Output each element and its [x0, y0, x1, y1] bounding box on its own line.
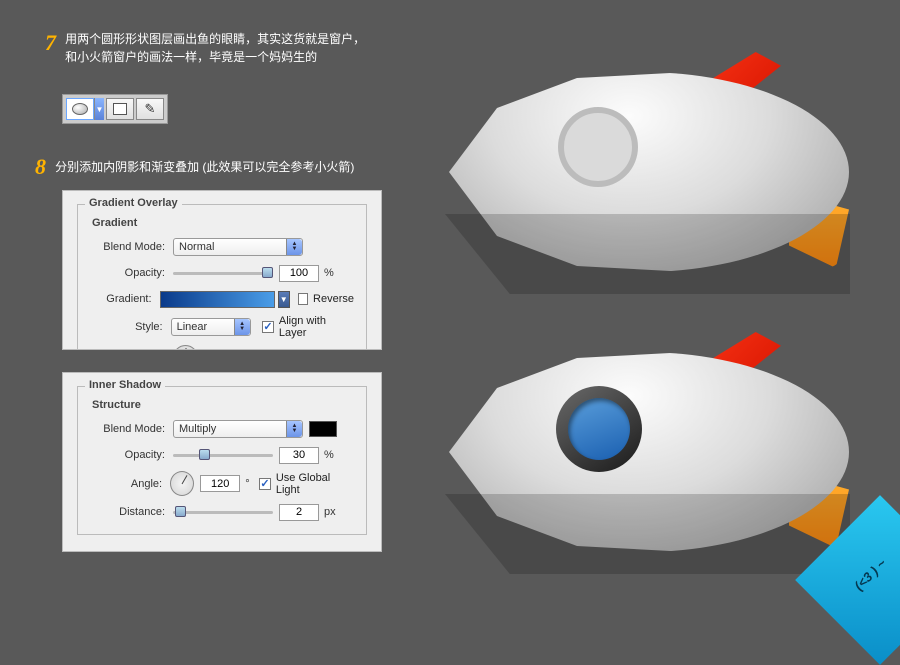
step8-number: 8 [35, 154, 46, 180]
opacity-label: Opacity: [90, 267, 165, 279]
is-angle-input[interactable] [200, 475, 240, 492]
fish-step7 [443, 32, 863, 272]
opacity-unit: % [324, 267, 334, 279]
distance-input[interactable] [279, 504, 319, 521]
step-8: 8 分别添加内阴影和渐变叠加 (此效果可以完全参考小火箭) [35, 154, 354, 180]
gradient-overlay-panel: Gradient Overlay Gradient Blend Mode: No… [62, 190, 382, 350]
fish-shadow [445, 214, 850, 294]
gradient-label: Gradient: [90, 293, 152, 305]
use-global-light-checkbox[interactable] [259, 478, 271, 490]
step-7: 7 用两个圆形形状图层画出鱼的眼睛，其实这货就是窗户，和小火箭窗户的画法一样，毕… [45, 30, 365, 66]
opacity-input[interactable] [279, 265, 319, 282]
step8-text: 分别添加内阴影和渐变叠加 (此效果可以完全参考小火箭) [55, 158, 354, 176]
reverse-checkbox[interactable] [298, 293, 308, 305]
step7-text: 用两个圆形形状图层画出鱼的眼睛，其实这货就是窗户，和小火箭窗户的画法一样，毕竟是… [65, 30, 365, 66]
is-blend-mode-select[interactable]: Multiply ▲▼ [173, 420, 303, 438]
is-opacity-unit: % [324, 449, 334, 461]
fish-eye-outline [558, 107, 638, 187]
gradient-section-label: Gradient [92, 217, 354, 229]
illustration-area [443, 22, 878, 582]
pen-icon: ✎ [145, 101, 156, 117]
is-opacity-label: Opacity: [90, 449, 165, 461]
pen-tool-button[interactable]: ✎ [136, 98, 164, 120]
distance-slider[interactable] [173, 505, 273, 519]
shape-toolbar: ▼ ✎ [62, 94, 168, 124]
blend-mode-select[interactable]: Normal ▲▼ [173, 238, 303, 256]
fish-eye-glass [568, 398, 630, 460]
is-opacity-input[interactable] [279, 447, 319, 464]
distance-label: Distance: [90, 506, 165, 518]
style-select[interactable]: Linear ▲▼ [171, 318, 251, 336]
gradient-overlay-title: Gradient Overlay [85, 197, 182, 209]
style-label: Style: [90, 321, 163, 333]
gradient-dropdown[interactable]: ▼ [278, 291, 290, 308]
ellipse-tool-dropdown[interactable]: ▼ [94, 98, 104, 120]
inner-shadow-panel: Inner Shadow Structure Blend Mode: Multi… [62, 372, 382, 552]
chevron-updown-icon: ▲▼ [286, 239, 302, 255]
blend-mode-label: Blend Mode: [90, 241, 165, 253]
shadow-color-swatch[interactable] [309, 421, 337, 437]
distance-unit: px [324, 506, 336, 518]
is-opacity-slider[interactable] [173, 448, 273, 462]
fish-step8 [443, 312, 863, 552]
fish-eye-bezel [556, 386, 642, 472]
structure-section-label: Structure [92, 399, 354, 411]
ellipse-tool-button[interactable] [66, 98, 94, 120]
use-global-light-label: Use Global Light [276, 472, 354, 496]
is-angle-unit: ° [245, 478, 249, 490]
rectangle-icon [113, 103, 127, 115]
inner-shadow-title: Inner Shadow [85, 379, 165, 391]
rectangle-tool-button[interactable] [106, 98, 134, 120]
angle-input[interactable] [204, 349, 244, 350]
chevron-updown-icon: ▲▼ [234, 319, 250, 335]
is-blend-mode-label: Blend Mode: [90, 423, 165, 435]
step7-number: 7 [45, 30, 56, 56]
align-label: Align with Layer [279, 315, 354, 339]
reverse-label: Reverse [313, 293, 354, 305]
chevron-updown-icon: ▲▼ [286, 421, 302, 437]
opacity-slider[interactable] [173, 266, 273, 280]
ellipse-icon [72, 103, 88, 115]
is-angle-label: Angle: [90, 478, 162, 490]
gradient-swatch[interactable] [160, 291, 275, 308]
angle-dial[interactable] [173, 345, 198, 350]
fish-shadow [445, 494, 850, 574]
is-angle-dial[interactable] [170, 471, 194, 496]
align-with-layer-checkbox[interactable] [262, 321, 274, 333]
